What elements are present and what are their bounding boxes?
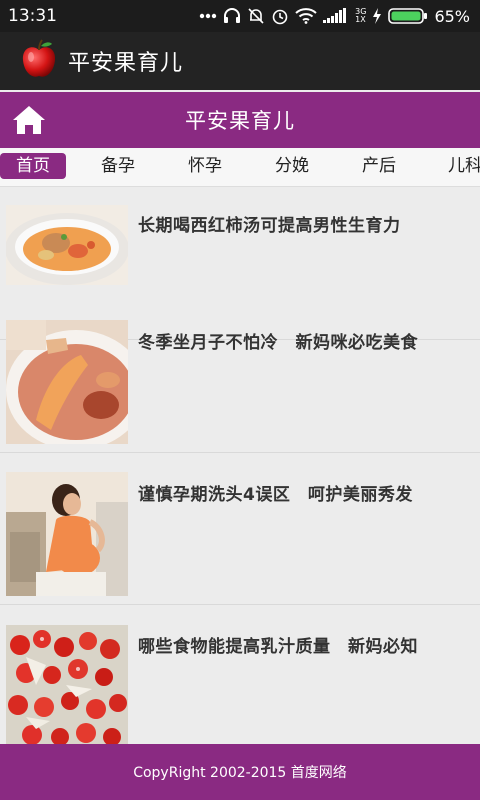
page-header: 平安果育儿: [0, 92, 480, 148]
braised-dish-photo: [6, 320, 128, 444]
copyright-text: CopyRight 2002-2015 首度网络: [133, 765, 347, 781]
more-dots-icon: [199, 13, 217, 19]
footer: CopyRight 2002-2015 首度网络: [0, 744, 480, 800]
tomato-soup-photo: [6, 205, 128, 285]
app-bar: 平安果育儿: [0, 32, 480, 90]
tab-pediatrics[interactable]: 儿科: [448, 153, 480, 179]
article-title: 冬季坐月子不怕冷 新妈咪必吃美食: [138, 333, 418, 353]
status-bar: 13:31 3G 1X 65%: [0, 0, 480, 32]
headphones-icon: [223, 8, 241, 24]
category-tabs: 首页 备孕 怀孕 分娩 产后 儿科: [0, 148, 480, 187]
apple-logo: [20, 38, 58, 84]
list-item[interactable]: 哪些食物能提高乳汁质量 新妈必知: [0, 604, 480, 757]
mute-icon: [247, 7, 265, 25]
alarm-icon: [271, 7, 289, 25]
tab-childbirth[interactable]: 分娩: [275, 153, 309, 179]
network-1x-label: 1X: [355, 15, 366, 24]
tab-postpartum[interactable]: 产后: [362, 153, 396, 179]
tab-pregnancy[interactable]: 怀孕: [188, 153, 222, 179]
app-title: 平安果育儿: [68, 51, 184, 76]
article-title: 长期喝西红柿汤可提高男性生育力: [138, 216, 401, 236]
wifi-icon: [295, 8, 317, 24]
pregnant-woman-photo: [6, 472, 128, 596]
home-icon[interactable]: [12, 104, 46, 136]
article-title: 谨慎孕期洗头4误区 呵护美丽秀发: [138, 485, 413, 505]
list-item[interactable]: 冬季坐月子不怕冷 新妈咪必吃美食: [0, 300, 480, 453]
signal-icon: [323, 8, 349, 24]
page-title: 平安果育儿: [185, 109, 295, 133]
tab-pre-pregnancy[interactable]: 备孕: [101, 153, 135, 179]
status-time: 13:31: [8, 6, 57, 26]
battery-icon: [388, 8, 428, 24]
cherry-tomato-salad-photo: [6, 625, 128, 749]
list-item[interactable]: 谨慎孕期洗头4误区 呵护美丽秀发: [0, 452, 480, 605]
charging-icon: [372, 8, 382, 24]
battery-percent: 65%: [434, 6, 470, 26]
article-title: 哪些食物能提高乳汁质量 新妈必知: [138, 637, 418, 657]
tab-home[interactable]: 首页: [0, 153, 66, 179]
